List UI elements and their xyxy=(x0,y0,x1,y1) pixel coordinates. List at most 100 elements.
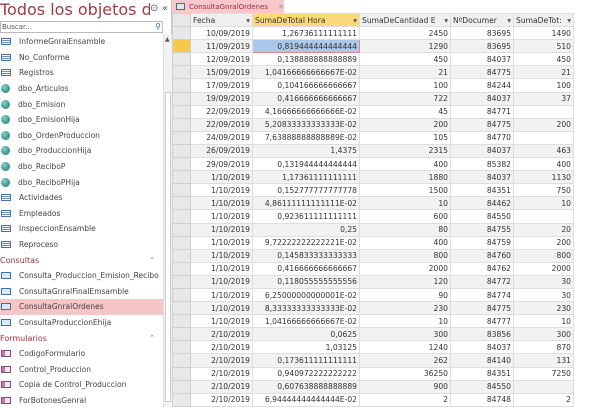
table-cell[interactable]: 84462 xyxy=(450,196,514,211)
table-cell[interactable]: 300 xyxy=(513,327,574,342)
table-cell[interactable]: 2000 xyxy=(513,261,574,276)
table-cell[interactable]: 2 xyxy=(513,392,574,407)
table-cell[interactable]: 0,145833333333333 xyxy=(252,248,360,263)
select-all-corner[interactable] xyxy=(172,12,191,28)
record-selector[interactable] xyxy=(172,117,191,132)
table-cell[interactable]: 870 xyxy=(513,340,574,355)
sort-dropdown-icon[interactable]: ▾ xyxy=(507,16,511,25)
nav-item[interactable]: dbo_Emision xyxy=(0,96,163,112)
table-cell[interactable]: 2/10/2019 xyxy=(190,340,253,355)
table-cell[interactable]: 84244 xyxy=(450,78,514,93)
table-cell[interactable]: 1,26736111111111 xyxy=(252,26,360,41)
table-cell[interactable]: 750 xyxy=(513,183,574,198)
table-cell[interactable]: 1/10/2019 xyxy=(190,170,253,185)
table-cell[interactable]: 84771 xyxy=(450,104,514,119)
nav-item[interactable]: Actividades xyxy=(0,190,163,206)
record-selector[interactable] xyxy=(172,287,191,303)
table-cell[interactable]: 2/10/2019 xyxy=(190,353,253,368)
table-cell[interactable]: 1,4375 xyxy=(252,143,360,159)
table-cell[interactable]: 600 xyxy=(359,209,451,224)
table-cell[interactable]: 6,94444444444444E-02 xyxy=(252,392,360,407)
table-cell[interactable]: 84775 xyxy=(450,65,514,80)
close-tab-icon[interactable]: ✕ xyxy=(278,3,284,11)
table-cell[interactable]: 1130 xyxy=(513,170,574,185)
scroll-up-icon[interactable]: ▲ xyxy=(165,36,170,43)
nav-menu-dropdown-icon[interactable]: ⊙ xyxy=(150,3,158,14)
table-cell[interactable]: 84037 xyxy=(450,170,514,185)
nav-item[interactable]: Control_Produccion xyxy=(0,361,163,377)
table-cell[interactable]: 84351 xyxy=(450,183,514,198)
search-input[interactable]: Buscar... ⚲ xyxy=(0,21,163,33)
table-cell[interactable]: 84037 xyxy=(450,91,514,106)
column-header[interactable]: NºDocumer ▾ xyxy=(450,12,514,28)
table-cell[interactable]: 84777 xyxy=(450,314,514,329)
table-cell[interactable]: 12/09/2019 xyxy=(190,52,253,67)
record-selector[interactable] xyxy=(172,235,191,250)
table-cell[interactable]: 24/09/2019 xyxy=(190,130,253,145)
table-cell[interactable] xyxy=(513,104,574,119)
table-cell[interactable]: 450 xyxy=(513,52,574,67)
table-cell[interactable]: 1490 xyxy=(513,26,574,41)
nav-pane-title[interactable]: Todos los objetos de Ac... xyxy=(0,0,150,21)
table-cell[interactable]: 29/09/2019 xyxy=(190,157,253,172)
nav-item[interactable]: Copia de Control_Produccion xyxy=(0,377,163,393)
table-cell[interactable]: 1240 xyxy=(359,340,451,355)
table-cell[interactable]: 0,416666666666667 xyxy=(252,261,360,276)
table-cell[interactable]: 7250 xyxy=(513,366,574,381)
table-cell[interactable]: 84140 xyxy=(450,353,514,368)
table-cell[interactable]: 30 xyxy=(513,274,574,289)
nav-scrollbar[interactable]: ▲ xyxy=(163,34,172,407)
table-cell[interactable]: 15/09/2019 xyxy=(190,65,253,80)
table-cell[interactable]: 7,63888888888889E-02 xyxy=(252,130,360,145)
column-header[interactable]: SumaDeCantidad E ▾ xyxy=(359,12,451,28)
table-cell[interactable]: 1/10/2019 xyxy=(190,261,253,276)
table-cell[interactable]: 84774 xyxy=(450,287,514,303)
table-cell[interactable]: 4,86111111111111E-02 xyxy=(252,196,360,211)
search-icon[interactable]: ⚲ xyxy=(155,22,161,32)
table-cell[interactable]: 463 xyxy=(513,143,574,159)
table-cell[interactable]: 84775 xyxy=(450,301,514,316)
sort-dropdown-icon[interactable]: ▾ xyxy=(246,16,250,25)
column-header[interactable]: SumaDeTot: ▾ xyxy=(513,12,574,28)
record-selector[interactable] xyxy=(172,157,191,172)
sort-dropdown-icon[interactable]: ▾ xyxy=(353,16,357,25)
nav-item[interactable]: Reproceso xyxy=(0,237,163,253)
nav-item[interactable]: dbo_OrdenProduccion xyxy=(0,128,163,144)
table-cell[interactable]: 2/10/2019 xyxy=(190,379,253,394)
nav-item[interactable]: dbo_ReciboP xyxy=(0,159,163,175)
table-cell[interactable]: 0,923611111111111 xyxy=(252,209,360,224)
table-cell[interactable]: 0,940972222222222 xyxy=(252,366,360,381)
table-cell[interactable]: 120 xyxy=(359,274,451,289)
table-cell[interactable]: 21 xyxy=(359,65,451,80)
table-cell[interactable]: 80 xyxy=(359,222,451,237)
record-selector[interactable] xyxy=(172,91,191,106)
table-cell[interactable]: 510 xyxy=(513,39,574,54)
table-cell[interactable]: 26/09/2019 xyxy=(190,143,253,159)
nav-item[interactable]: dbo_ReciboPHija xyxy=(0,174,163,190)
record-selector[interactable] xyxy=(172,209,191,224)
table-cell[interactable]: 10 xyxy=(359,314,451,329)
table-cell[interactable]: 1/10/2019 xyxy=(190,248,253,263)
nav-item[interactable]: ConsultaGnralOrdenes xyxy=(0,299,163,315)
collapse-pane-icon[interactable]: « xyxy=(162,3,168,14)
nav-item[interactable]: ForBotonesGenral xyxy=(0,393,163,408)
table-cell[interactable]: 400 xyxy=(513,157,574,172)
record-selector[interactable] xyxy=(172,392,191,407)
table-cell[interactable]: 84755 xyxy=(450,222,514,237)
sort-dropdown-icon[interactable]: ▾ xyxy=(567,16,571,25)
table-cell[interactable]: 22/09/2019 xyxy=(190,117,253,132)
table-cell[interactable]: 84550 xyxy=(450,209,514,224)
table-cell[interactable]: 1,04166666666667E-02 xyxy=(252,314,360,329)
sort-dropdown-icon[interactable]: ▾ xyxy=(444,16,448,25)
table-cell[interactable]: 800 xyxy=(359,248,451,263)
table-cell[interactable]: 10/09/2019 xyxy=(190,26,253,41)
table-cell[interactable]: 37 xyxy=(513,91,574,106)
table-cell[interactable]: 6,25000000000001E-02 xyxy=(252,287,360,303)
record-selector[interactable] xyxy=(172,78,191,93)
table-cell[interactable] xyxy=(513,379,574,394)
record-selector[interactable] xyxy=(172,379,191,394)
table-cell[interactable]: 30 xyxy=(513,287,574,303)
table-cell[interactable]: 400 xyxy=(359,235,451,250)
table-cell[interactable]: 800 xyxy=(513,248,574,263)
table-cell[interactable]: 1/10/2019 xyxy=(190,183,253,198)
